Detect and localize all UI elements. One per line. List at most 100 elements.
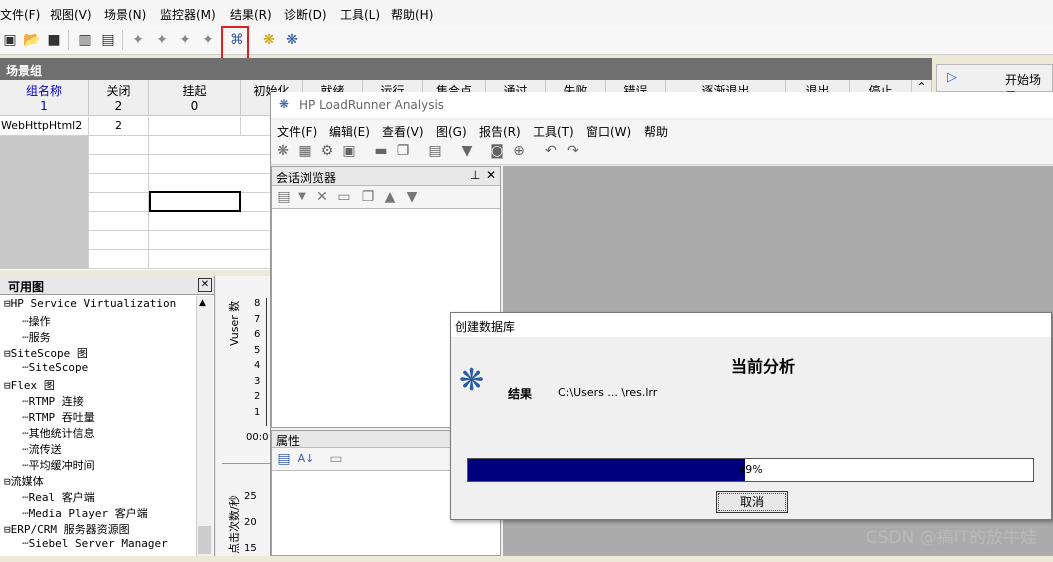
tree-node[interactable]: ⊟Flex 图	[4, 377, 55, 393]
new-icon[interactable]: ▣	[0, 30, 20, 50]
open-session-icon[interactable]: ▦	[295, 141, 315, 161]
loadrunner-icon[interactable]: ❋	[282, 30, 302, 50]
tree-leaf[interactable]: ┄操作	[22, 313, 51, 329]
column-header-suspended[interactable]: 挂起 0	[149, 80, 241, 116]
comment-icon[interactable]: ▬	[371, 141, 391, 161]
redo-icon[interactable]: ↷	[563, 141, 583, 161]
duplicate-icon[interactable]: ❐	[358, 187, 378, 207]
analysis-app-icon: ❋	[279, 97, 290, 111]
settings-icon[interactable]: ⚙	[317, 141, 337, 161]
cancel-label: 取消	[739, 495, 764, 509]
group-name-cell	[0, 193, 89, 212]
gradual-vuser-icon[interactable]: ✦	[175, 30, 195, 50]
analysis-menubar: 文件(F) 编辑(E) 查看(V) 图(G) 报告(R) 工具(T) 窗口(W)…	[271, 120, 1053, 140]
table-row[interactable]	[0, 155, 270, 174]
sort-alpha-icon[interactable]: A↓	[296, 449, 316, 469]
analysis-menu-help[interactable]: 帮助	[644, 123, 668, 140]
move-up-icon[interactable]: ▲	[380, 187, 400, 207]
analysis-menu-edit[interactable]: 编辑(E)	[329, 123, 370, 140]
menu-results[interactable]: 结果(R)	[230, 6, 272, 23]
tree-node[interactable]: ⊟HP Service Virtualization	[4, 297, 176, 310]
table-row[interactable]	[0, 250, 270, 269]
analysis-menu-view[interactable]: 查看(V)	[382, 123, 424, 140]
open-folder-icon[interactable]: 📂	[22, 30, 42, 50]
tree-scrollbar[interactable]: ▲	[196, 296, 213, 556]
column-header-closed[interactable]: 关闭 2	[89, 80, 149, 116]
tree-leaf[interactable]: ┄平均缓冲时间	[22, 457, 95, 473]
tree-leaf[interactable]: ┄RTMP 吞吐量	[22, 409, 95, 425]
selected-cell[interactable]	[149, 191, 241, 212]
chart-bars-icon[interactable]: ▥	[75, 30, 95, 50]
tree-leaf[interactable]: ┄SiteScope	[22, 361, 88, 374]
play-icon: ▷	[947, 70, 957, 85]
column-header-group-name[interactable]: 组名称 1	[0, 80, 89, 116]
delete-icon[interactable]: ✕	[312, 187, 332, 207]
running-vusers-chart: Vuser 数 8 7 6 5 4 3 2 1 00:0 点击次数/秒 25 2…	[216, 276, 272, 556]
scroll-thumb[interactable]	[198, 526, 211, 554]
tree-node[interactable]: ⊟流媒体	[4, 473, 44, 489]
monitor-icon[interactable]: ▤	[98, 30, 118, 50]
analysis-menu-tools[interactable]: 工具(T)	[533, 123, 574, 140]
cancel-button[interactable]: 取消	[716, 491, 788, 513]
open-graph-icon[interactable]: ▤	[274, 187, 294, 207]
chart1-ylabel: Vuser 数	[228, 300, 241, 346]
export-icon[interactable]: ▤	[425, 141, 445, 161]
tree-leaf[interactable]: ┄其他统计信息	[22, 425, 95, 441]
dialog-titlebar: 创建数据库	[451, 313, 1051, 337]
close-icon[interactable]: ✕	[198, 278, 212, 292]
undo-icon[interactable]: ↶	[541, 141, 561, 161]
tree-leaf[interactable]: ┄Real 客户端	[22, 489, 95, 505]
analysis-menu-file[interactable]: 文件(F)	[277, 123, 317, 140]
chart1-tick: 2	[254, 391, 261, 402]
scroll-up-arrow-icon[interactable]: ▲	[199, 298, 206, 308]
tree-leaf[interactable]: ┄Siebel Server Manager	[22, 537, 168, 550]
menu-scenario[interactable]: 场景(N)	[104, 6, 146, 23]
tree-leaf[interactable]: ┄Media Player 客户端	[22, 505, 148, 521]
menu-tools[interactable]: 工具(L)	[340, 6, 380, 23]
menu-monitors[interactable]: 监控器(M)	[160, 6, 216, 23]
table-row[interactable]	[0, 136, 270, 155]
closed-cell	[89, 212, 149, 231]
tree-label: SiteScope	[28, 361, 89, 374]
filter-icon[interactable]: ▼	[457, 141, 477, 161]
table-row[interactable]	[0, 212, 270, 231]
rename-icon[interactable]: ▭	[334, 187, 354, 207]
run-vuser-icon[interactable]: ✦	[128, 30, 148, 50]
tree-node[interactable]: ⊟ERP/CRM 服务器资源图	[4, 521, 130, 537]
save-session-icon[interactable]: ▣	[339, 141, 359, 161]
merge-icon[interactable]: ◙	[487, 141, 507, 161]
save-icon[interactable]: ■	[44, 30, 64, 50]
closed-cell	[89, 174, 149, 193]
analysis-menu-window[interactable]: 窗口(W)	[586, 123, 631, 140]
tree-leaf[interactable]: ┄服务	[22, 329, 51, 345]
close-icon[interactable]: ✕	[486, 168, 496, 182]
create-database-dialog: 创建数据库 ❋ 当前分析 结果 C:\Users ... \res.lrr 49…	[450, 312, 1052, 520]
menu-view[interactable]: 视图(V)	[50, 6, 92, 23]
property-pages-icon[interactable]: ▭	[326, 449, 346, 469]
tree-leaf[interactable]: ┄流传送	[22, 441, 62, 457]
zoom-icon[interactable]: ⊕	[509, 141, 529, 161]
chart1-time: 00:0	[246, 432, 269, 443]
menu-help[interactable]: 帮助(H)	[391, 6, 433, 23]
loadrunner-analysis-icon[interactable]: ❋	[259, 30, 279, 50]
table-row[interactable]: WebHttpHtml2 2	[0, 117, 270, 136]
dropdown-arrow-icon[interactable]: ▼	[292, 187, 312, 207]
chart1-tick: 4	[254, 360, 261, 371]
result-path: C:\Users ... \res.lrr	[558, 386, 658, 399]
categorized-icon[interactable]: ▤	[274, 449, 294, 469]
analysis-menu-graph[interactable]: 图(G)	[436, 123, 467, 140]
start-scenario-button[interactable]: ▷ 开始场景	[936, 64, 1053, 104]
analysis-menu-reports[interactable]: 报告(R)	[479, 123, 521, 140]
move-down-icon[interactable]: ▼	[402, 187, 422, 207]
tree-leaf[interactable]: ┄RTMP 连接	[22, 393, 84, 409]
pin-icon[interactable]: ⊥	[470, 168, 480, 182]
new-session-icon[interactable]: ❋	[273, 141, 293, 161]
menu-file[interactable]: 文件(F)	[0, 6, 40, 23]
menu-diagnostics[interactable]: 诊断(D)	[284, 6, 327, 23]
tree-node[interactable]: ⊟SiteScope 图	[4, 345, 88, 361]
copy-icon[interactable]: ❐	[393, 141, 413, 161]
table-row[interactable]	[0, 231, 270, 250]
reset-vuser-icon[interactable]: ✦	[198, 30, 218, 50]
stop-vuser-icon[interactable]: ✦	[152, 30, 172, 50]
chart1-axis	[266, 298, 267, 426]
